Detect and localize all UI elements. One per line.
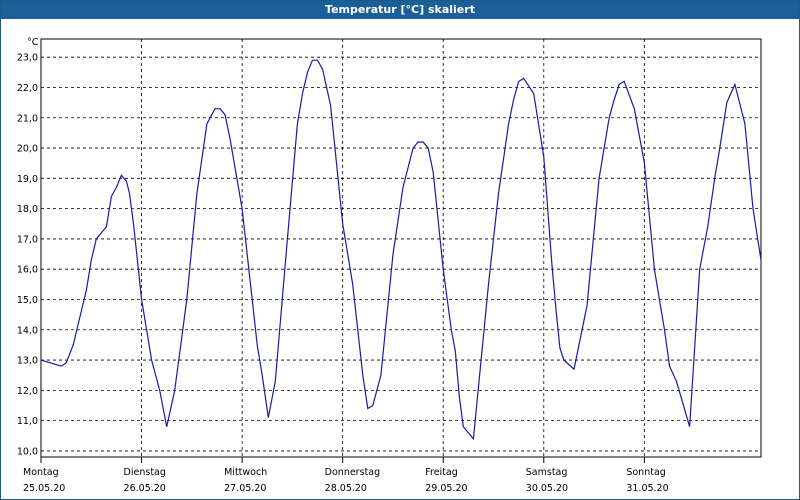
y-tick-label: 20,0	[17, 144, 38, 155]
y-tick-label: 21,0	[17, 113, 38, 124]
y-tick-label: 19,0	[17, 174, 38, 185]
x-tick-day-label: Montag	[23, 467, 59, 478]
x-tick-date-label: 28.05.20	[325, 483, 367, 494]
y-tick-label: 12,0	[17, 386, 38, 397]
temperature-chart: 10,0 11,0 12,0 13,0 14,0 15,0 16,0 17,0 18,0 19,0…	[17, 37, 762, 494]
y-tick-label: 22,0	[17, 83, 38, 94]
y-tick-label: 17,0	[17, 234, 38, 245]
y-tick-label: 14,0	[17, 325, 38, 336]
y-tick-label: 18,0	[17, 204, 38, 215]
x-axis-ticks: Montag 25.05.20 Dienstag 26.05.20 Mittwoch 27…	[23, 457, 669, 494]
chart-window: Temperatur [°C] skaliert 10,0 11,0 12,0 13,…	[0, 0, 800, 500]
x-tick-day-label: Donnerstag	[325, 467, 380, 478]
y-tick-label: 16,0	[17, 265, 38, 276]
x-tick-day-label: Samstag	[526, 467, 568, 478]
x-tick-date-label: 27.05.20	[224, 483, 266, 494]
y-tick-label: 13,0	[17, 356, 38, 367]
x-tick-date-label: 25.05.20	[23, 483, 65, 494]
y-tick-label: 10,0	[17, 446, 38, 457]
x-tick-day-label: Sonntag	[626, 467, 665, 478]
y-tick-label: 23,0	[17, 53, 38, 64]
x-tick-date-label: 31.05.20	[626, 483, 668, 494]
x-tick-day-label: Mittwoch	[224, 467, 267, 478]
y-tick-label: 11,0	[17, 416, 38, 427]
x-tick-date-label: 29.05.20	[425, 483, 467, 494]
x-tick-date-label: 30.05.20	[526, 483, 568, 494]
x-tick-day-label: Freitag	[425, 467, 458, 478]
x-tick-day-label: Dienstag	[124, 467, 166, 478]
y-axis-ticks: 10,0 11,0 12,0 13,0 14,0 15,0 16,0 17,0 18,0 19,0…	[17, 53, 38, 458]
window-title: Temperatur [°C] skaliert	[1, 1, 799, 19]
y-tick-label: 15,0	[17, 295, 38, 306]
y-axis-unit-label: °C	[27, 37, 39, 48]
x-tick-date-label: 26.05.20	[124, 483, 166, 494]
